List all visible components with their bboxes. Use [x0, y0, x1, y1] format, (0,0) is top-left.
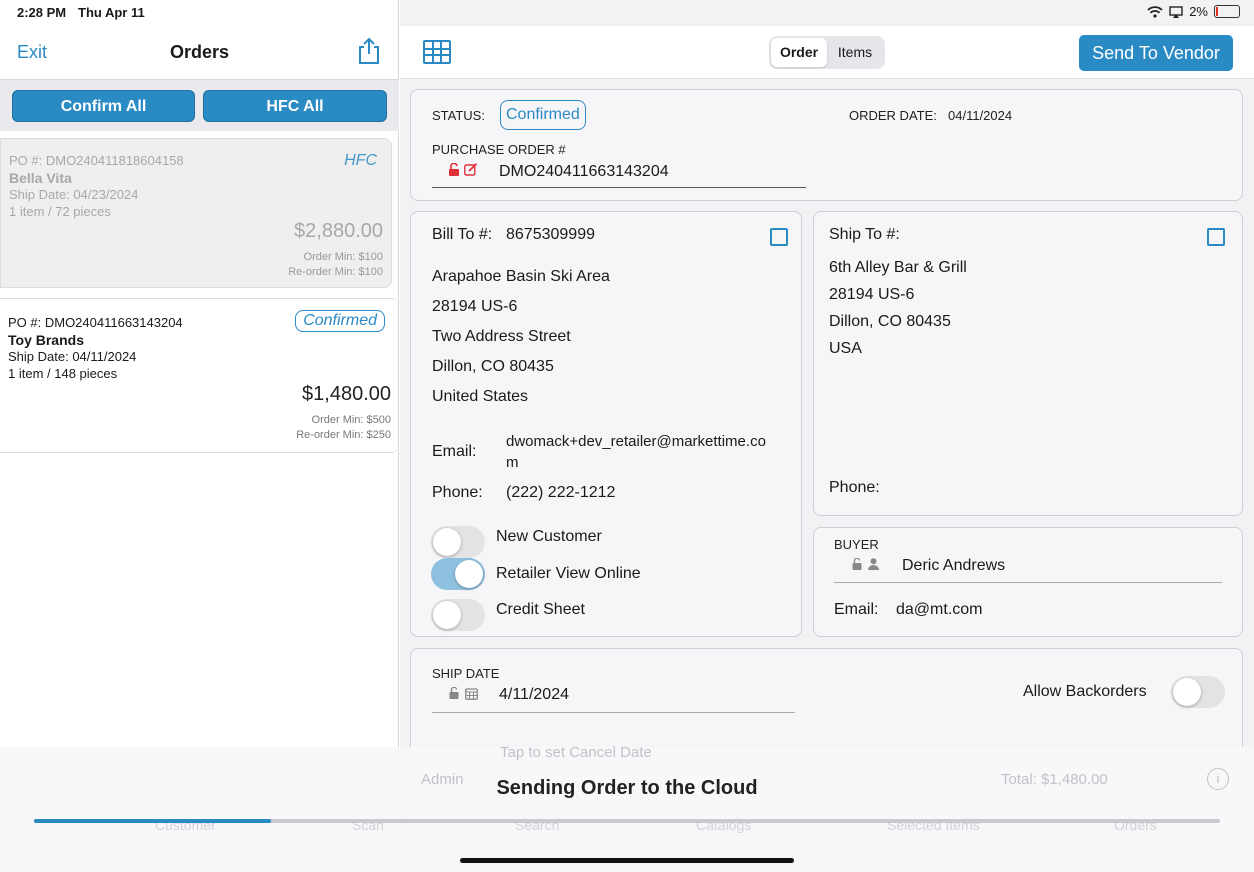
ship-to-line: 6th Alley Bar & Grill [829, 259, 967, 276]
hfc-all-button[interactable]: HFC All [203, 90, 387, 122]
bill-to-email: dwomack+dev_retailer@markettime.co [506, 433, 766, 450]
lock-icon[interactable] [449, 687, 459, 699]
status-card: STATUS: Confirmed ORDER DATE: 04/11/2024… [410, 89, 1243, 201]
toggle-label: Credit Sheet [496, 601, 585, 618]
battery-percent: 2% [1189, 4, 1208, 19]
bill-to-line: United States [432, 388, 529, 405]
bill-to-phone: (222) 222-1212 [506, 484, 616, 501]
ship-date-field[interactable]: 4/11/2024 [499, 686, 569, 704]
status-badge[interactable]: Confirmed [500, 100, 586, 130]
order-vendor: Toy Brands [8, 332, 84, 348]
calendar-icon[interactable] [465, 687, 478, 700]
allow-backorders-toggle[interactable] [1171, 676, 1225, 708]
ship-to-line: USA [829, 340, 862, 357]
cancel-date-placeholder: Tap to set Cancel Date [500, 744, 652, 761]
orders-header: Exit Orders [0, 26, 399, 80]
detail-header: Order Items Send To Vendor [400, 26, 1254, 79]
order-status-tag: HFC [344, 152, 377, 169]
reorder-min: Re-order Min: $250 [296, 429, 391, 441]
bill-to-label: Bill To #: [432, 226, 493, 243]
bill-to-email-wrap: m [506, 454, 519, 471]
ship-to-line: 28194 US-6 [829, 286, 915, 303]
upload-progress-fill [34, 819, 272, 823]
edit-bill-to-icon[interactable] [770, 228, 788, 246]
tab-order[interactable]: Order [771, 38, 827, 67]
credit-sheet-toggle[interactable] [431, 599, 485, 631]
order-item-count: 1 item / 72 pieces [9, 204, 111, 219]
sending-overlay: Tap to set Cancel Date Admin Total: $1,4… [0, 744, 1254, 872]
home-indicator [460, 858, 794, 863]
toggle-label: Retailer View Online [496, 565, 641, 582]
bulk-action-bar: Confirm All HFC All [0, 79, 399, 131]
page-title: Orders [169, 42, 230, 62]
battery-icon [1214, 5, 1240, 18]
order-ship-date: Ship Date: 04/11/2024 [8, 349, 137, 364]
new-customer-toggle[interactable] [431, 526, 485, 558]
order-amount: $1,480.00 [302, 383, 391, 405]
po-label: PURCHASE ORDER # [432, 142, 566, 157]
confirm-all-button[interactable]: Confirm All [12, 90, 195, 122]
order-items-segmented-control: Order Items [769, 36, 885, 69]
ship-date-label: SHIP DATE [432, 666, 500, 681]
bill-to-number: 8675309999 [506, 226, 595, 243]
wifi-icon [1147, 5, 1163, 18]
email-label: Email: [432, 443, 477, 460]
bill-to-line: Arapahoe Basin Ski Area [432, 268, 610, 285]
bill-to-line: Two Address Street [432, 328, 571, 345]
buyer-name-field[interactable]: Deric Andrews [902, 557, 1005, 575]
order-ship-date: Ship Date: 04/23/2024 [9, 187, 139, 202]
toggle-label: New Customer [496, 528, 602, 545]
order-min: Order Min: $500 [311, 414, 391, 426]
share-icon[interactable] [357, 37, 381, 65]
retailer-view-online-toggle[interactable] [431, 558, 485, 590]
status-icons: 2% [1147, 4, 1240, 19]
order-po-number: PO #: DMO240411818604158 [9, 153, 184, 168]
order-item-count: 1 item / 148 pieces [8, 366, 118, 381]
bill-to-line: Dillon, CO 80435 [432, 358, 554, 375]
ship-to-line: Dillon, CO 80435 [829, 313, 951, 330]
po-number-field[interactable]: DMO240411663143204 [499, 163, 669, 181]
status-label: STATUS: [432, 108, 485, 123]
sending-message: Sending Order to the Cloud [496, 777, 758, 799]
reorder-min: Re-order Min: $100 [288, 266, 383, 278]
orders-list-pane: Exit Orders Confirm All HFC All PO #: DM… [0, 0, 399, 872]
order-detail-pane: Order Items Send To Vendor STATUS: Confi… [400, 0, 1254, 872]
order-card[interactable]: PO #: DMO240411663143204 Toy Brands Ship… [0, 298, 399, 453]
order-min: Order Min: $100 [303, 251, 383, 263]
ship-to-phone-label: Phone: [829, 479, 880, 496]
edit-ship-to-icon[interactable] [1207, 228, 1225, 246]
order-po-number: PO #: DMO240411663143204 [8, 315, 183, 330]
person-icon [868, 558, 879, 570]
buyer-email: da@mt.com [896, 601, 983, 618]
lock-icon[interactable] [852, 558, 862, 570]
order-card-selected[interactable]: PO #: DMO240411818604158 Bella Vita Ship… [0, 138, 392, 288]
order-date-label: ORDER DATE: [849, 108, 937, 123]
phone-label: Phone: [432, 484, 483, 501]
airplay-icon [1169, 5, 1183, 18]
allow-backorders-label: Allow Backorders [1023, 683, 1147, 700]
bill-to-line: 28194 US-6 [432, 298, 518, 315]
order-amount: $2,880.00 [294, 220, 383, 242]
order-status-tag: Confirmed [295, 310, 385, 332]
ship-to-card: Ship To #: 6th Alley Bar & Grill 28194 U… [813, 211, 1243, 516]
ship-to-label: Ship To #: [829, 226, 900, 243]
buyer-label: BUYER [834, 537, 879, 552]
layout-grid-icon[interactable] [423, 40, 451, 64]
upload-progress-bar [34, 819, 1220, 823]
bill-to-card: Bill To #: 8675309999 Arapahoe Basin Ski… [410, 211, 802, 637]
edit-pencil-icon[interactable] [464, 163, 478, 176]
send-to-vendor-button[interactable]: Send To Vendor [1079, 35, 1233, 71]
tab-items[interactable]: Items [827, 38, 883, 67]
order-date-value: 04/11/2024 [948, 108, 1013, 123]
unlock-icon[interactable] [448, 163, 460, 176]
buyer-email-label: Email: [834, 601, 879, 618]
buyer-card: BUYER Deric Andrews Email: da@mt.com [813, 527, 1243, 637]
order-vendor: Bella Vita [9, 170, 72, 186]
